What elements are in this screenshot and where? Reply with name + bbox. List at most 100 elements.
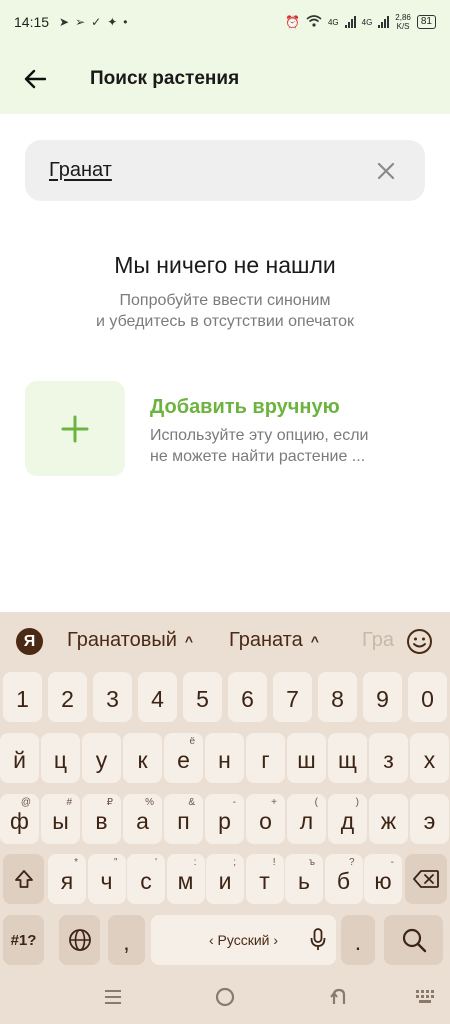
letter-key[interactable]: з — [369, 733, 408, 783]
letter-key[interactable]: :м — [166, 854, 205, 904]
chevron-up-icon: ^ — [310, 633, 319, 649]
shift-icon — [14, 870, 33, 888]
empty-state-title: Мы ничего не нашли — [114, 252, 336, 278]
key-label: ж — [380, 807, 397, 834]
key-label: к — [137, 746, 148, 773]
plus-icon — [61, 415, 89, 442]
letter-key[interactable]: * я — [48, 854, 86, 904]
emoji-button[interactable] — [406, 628, 433, 655]
add-manually-title[interactable]: Добавить вручную — [150, 396, 368, 419]
key-label: 1 — [16, 685, 29, 712]
letter-key[interactable]: % а — [123, 794, 162, 844]
number-key[interactable]: 0 — [408, 672, 447, 722]
add-manually-tile[interactable] — [25, 381, 125, 476]
letter-key[interactable]: у — [82, 733, 121, 783]
number-key[interactable]: 9 — [363, 672, 402, 722]
number-key[interactable]: 8 — [318, 672, 357, 722]
letter-key[interactable]: к — [123, 733, 162, 783]
key-hint: " — [113, 857, 118, 868]
letter-key[interactable]: -ю — [364, 854, 402, 904]
menu-icon — [105, 990, 121, 1004]
search-icon — [402, 928, 426, 953]
home-nav-button[interactable] — [212, 984, 238, 1010]
number-key[interactable]: 4 — [138, 672, 177, 722]
space-key[interactable]: ‹ Русский › — [151, 915, 336, 965]
key-hint: ' — [155, 857, 157, 868]
back-button[interactable] — [0, 44, 70, 114]
key-label: 4 — [151, 685, 164, 712]
key-hint: @ — [20, 797, 31, 808]
symbols-key[interactable]: #1? — [3, 915, 44, 965]
letter-key[interactable]: ! т — [245, 854, 284, 904]
key-label: в — [95, 807, 108, 834]
letter-key[interactable]: ) д — [328, 794, 367, 844]
arrow-back-icon — [24, 69, 46, 89]
period-key[interactable]: . — [341, 915, 375, 965]
key-hint: - — [232, 797, 236, 808]
letter-key[interactable]: " ч — [87, 854, 126, 904]
letter-key[interactable]: ; и — [206, 854, 244, 904]
key-label: у — [95, 746, 108, 773]
backspace-key[interactable] — [405, 854, 447, 904]
letter-key[interactable]: ц — [41, 733, 80, 783]
letter-key[interactable]: ₽ в — [82, 794, 121, 844]
key-label: д — [340, 807, 355, 834]
number-key[interactable]: 5 — [183, 672, 222, 722]
key-label: н — [218, 746, 231, 773]
search-field[interactable]: Гранат — [25, 140, 425, 201]
letter-key[interactable]: -р — [205, 794, 244, 844]
letter-key[interactable]: э — [410, 794, 449, 844]
key-label: е — [177, 746, 190, 773]
comma-key[interactable]: , — [108, 915, 145, 965]
key-hint: & — [188, 797, 195, 808]
suggestion-1[interactable]: Гранатовый ^ — [67, 629, 193, 652]
number-key[interactable]: 3 — [93, 672, 132, 722]
number-key[interactable]: 7 — [273, 672, 312, 722]
back-nav-button[interactable] — [325, 984, 351, 1010]
letter-key[interactable]: @ ф — [0, 794, 39, 844]
key-label: о — [259, 807, 272, 834]
language-key[interactable] — [59, 915, 100, 965]
letter-key[interactable]: + о — [246, 794, 285, 844]
key-hint: ъ — [308, 857, 315, 868]
letter-key[interactable]: ёе — [164, 733, 203, 783]
key-label: з — [383, 746, 394, 773]
letter-key[interactable]: г — [246, 733, 285, 783]
search-input[interactable]: Гранат — [49, 159, 371, 182]
letter-key[interactable]: ? б — [324, 854, 363, 904]
search-key[interactable] — [384, 915, 443, 965]
keyboard-hide-button[interactable] — [412, 984, 438, 1010]
letter-key[interactable]: (л — [287, 794, 326, 844]
suggestion-3[interactable]: Гра — [362, 629, 394, 652]
suggestion-2[interactable]: Граната ^ — [229, 629, 319, 652]
key-label: л — [299, 807, 314, 834]
number-key[interactable]: 1 — [3, 672, 42, 722]
status-bar: 14:15 ➤ ➢ ✓ ✦ • ⏰ 4G 4G 2,86 K/S 81 — [0, 0, 450, 44]
network-speed: 2,86 K/S — [395, 13, 411, 31]
clear-search-button[interactable] — [371, 156, 401, 186]
letter-key[interactable]: х — [410, 733, 449, 783]
letter-key[interactable]: & п — [164, 794, 203, 844]
key-label: й — [13, 746, 26, 773]
letter-key[interactable]: ъь — [285, 854, 323, 904]
key-hint: # — [66, 797, 72, 808]
add-manually-item[interactable]: Добавить вручную Используйте эту опцию, … — [25, 381, 425, 476]
yandex-logo[interactable]: Я — [16, 628, 43, 655]
key-label: 7 — [286, 685, 299, 712]
page-title: Поиск растения — [90, 68, 240, 89]
menu-nav-button[interactable] — [100, 984, 126, 1010]
backspace-icon — [413, 870, 439, 888]
letter-key[interactable]: # ы — [41, 794, 80, 844]
key-hint: + — [271, 797, 277, 808]
letter-key[interactable]: н — [205, 733, 244, 783]
letter-key[interactable]: ш — [287, 733, 326, 783]
number-key[interactable]: 6 — [228, 672, 267, 722]
number-key[interactable]: 2 — [48, 672, 87, 722]
keyboard: Я Гранатовый ^ Граната ^ Гра 1 2 3 4 5 6 7 8 9 0 йцу… — [0, 612, 450, 1024]
letter-key[interactable]: ' с — [127, 854, 165, 904]
letter-key[interactable]: й — [0, 733, 39, 783]
shift-key[interactable] — [3, 854, 44, 904]
letter-key[interactable]: ж — [369, 794, 408, 844]
key-label: и — [218, 867, 232, 894]
letter-key[interactable]: щ — [328, 733, 367, 783]
